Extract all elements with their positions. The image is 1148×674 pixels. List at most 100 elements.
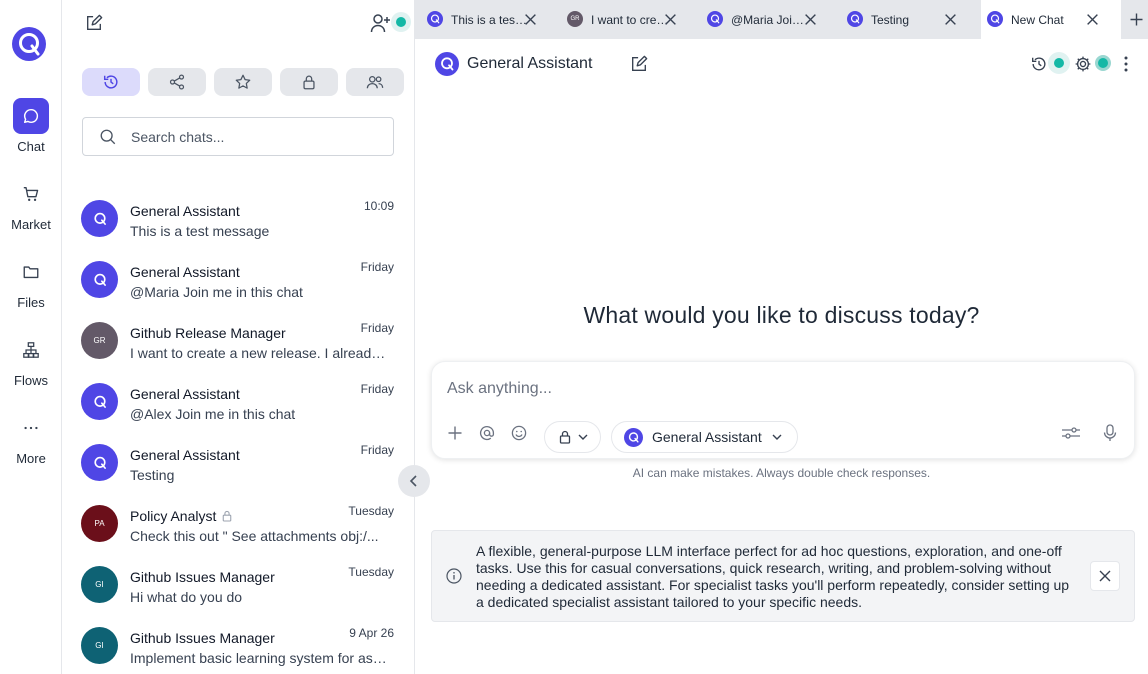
chat-name: Policy Analyst xyxy=(130,508,232,524)
filter-shared-button[interactable] xyxy=(148,68,206,96)
chat-list: General Assistant This is a test message… xyxy=(62,188,415,674)
nav-item-market[interactable]: Market xyxy=(0,176,62,232)
emoji-button[interactable] xyxy=(510,424,528,442)
mention-button[interactable] xyxy=(478,424,496,442)
search-input[interactable] xyxy=(131,128,371,145)
lock-icon xyxy=(223,510,232,522)
avatar: PA xyxy=(81,505,118,542)
more-icon xyxy=(13,410,49,446)
assistant-selector[interactable]: General Assistant xyxy=(611,421,798,453)
plus-icon xyxy=(448,426,462,440)
chat-list-item[interactable]: GI Github Issues Manager Hi what do you … xyxy=(62,554,415,615)
status-dot xyxy=(1054,58,1064,68)
filter-tabs xyxy=(82,68,404,96)
chat-timestamp: 10:09 xyxy=(363,199,394,213)
nav-item-more[interactable]: More xyxy=(0,410,62,466)
chat-name: Github Release Manager xyxy=(130,325,286,341)
tab-avatar xyxy=(707,11,723,27)
chat-list-item[interactable]: General Assistant @Alex Join me in this … xyxy=(62,371,415,432)
chat-icon xyxy=(13,98,49,134)
smiley-icon xyxy=(511,425,527,441)
close-tab-icon[interactable] xyxy=(944,13,957,26)
filter-starred-button[interactable] xyxy=(214,68,272,96)
chat-list-item[interactable]: GI Github Issues Manager Implement basic… xyxy=(62,615,415,674)
compose-icon xyxy=(632,55,648,71)
app-root: Chat Market Files Flows More Search chat… xyxy=(0,0,1148,674)
chevron-left-icon xyxy=(409,475,417,487)
nav-label: Flows xyxy=(14,373,48,388)
sliders-icon xyxy=(1062,427,1080,439)
message-composer: General Assistant xyxy=(431,361,1135,459)
filter-history-button[interactable] xyxy=(82,68,140,96)
add-user-button[interactable] xyxy=(370,12,392,34)
chat-timestamp: Friday xyxy=(360,321,394,335)
tab-avatar xyxy=(987,11,1003,27)
new-tab-icon[interactable] xyxy=(1129,12,1144,27)
voice-button[interactable] xyxy=(1101,424,1119,442)
microphone-icon xyxy=(1103,424,1117,441)
cart-icon xyxy=(13,176,49,212)
avatar: GR xyxy=(81,322,118,359)
tab[interactable]: @Maria Join me in this chat xyxy=(701,0,841,39)
filter-private-button[interactable] xyxy=(280,68,338,96)
lock-icon xyxy=(559,430,571,444)
avatar-initials: GI xyxy=(95,580,104,589)
tab-avatar-initials: GR xyxy=(570,16,580,22)
chat-preview: Testing xyxy=(130,467,175,483)
close-tab-icon[interactable] xyxy=(1086,13,1099,26)
dismiss-info-button[interactable] xyxy=(1090,561,1120,591)
tab-title: This is a test message xyxy=(451,13,529,27)
tab[interactable]: Testing xyxy=(841,0,981,39)
search-icon xyxy=(100,129,116,144)
chat-name: General Assistant xyxy=(130,264,240,280)
tab[interactable]: New Chat xyxy=(981,0,1121,39)
chat-list-item[interactable]: General Assistant Testing Friday xyxy=(62,432,415,493)
chat-preview: Implement basic learning system for assi… xyxy=(130,650,390,666)
nav-item-files[interactable]: Files xyxy=(0,254,62,310)
tab-title: Testing xyxy=(871,13,910,27)
chat-timestamp: Friday xyxy=(360,443,394,457)
close-tab-icon[interactable] xyxy=(804,13,817,26)
attach-button[interactable] xyxy=(446,424,464,442)
chat-name: General Assistant xyxy=(130,203,240,219)
chat-list-item[interactable]: PA Policy Analyst Check this out " See a… xyxy=(62,493,415,554)
info-text: A flexible, general-purpose LLM interfac… xyxy=(476,543,1070,610)
status-dot xyxy=(1098,58,1108,68)
close-tab-icon[interactable] xyxy=(664,13,677,26)
message-input[interactable] xyxy=(447,380,1107,402)
app-logo[interactable] xyxy=(12,27,46,61)
tab-avatar: GR xyxy=(567,11,583,27)
assistant-selector-label: General Assistant xyxy=(652,429,762,445)
privacy-dropdown[interactable] xyxy=(544,421,601,453)
nav-label: More xyxy=(16,451,46,466)
chat-list-item[interactable]: General Assistant @Maria Join me in this… xyxy=(62,249,415,310)
history-icon xyxy=(1032,57,1046,71)
chat-name-text: Github Issues Manager xyxy=(130,569,275,585)
filter-group-button[interactable] xyxy=(346,68,404,96)
nav-item-flows[interactable]: Flows xyxy=(0,332,62,388)
chat-preview: Hi what do you do xyxy=(130,589,243,605)
close-tab-icon[interactable] xyxy=(524,13,537,26)
collapse-sidebar-button[interactable] xyxy=(398,465,430,497)
chat-timestamp: Tuesday xyxy=(348,504,394,518)
history-button[interactable] xyxy=(1028,53,1050,75)
add-user-icon xyxy=(370,14,390,33)
at-icon xyxy=(479,426,495,441)
tab-avatar xyxy=(847,11,863,27)
close-icon xyxy=(1099,570,1111,582)
ai-disclaimer: AI can make mistakes. Always double chec… xyxy=(632,466,931,480)
avatar-initials: GR xyxy=(93,336,106,345)
chat-name-text: General Assistant xyxy=(130,447,240,463)
tab[interactable]: GR I want to create a new release xyxy=(561,0,701,39)
chat-name: General Assistant xyxy=(130,386,240,402)
tab[interactable]: This is a test message xyxy=(421,0,561,39)
edit-assistant-button[interactable] xyxy=(628,53,650,75)
chat-list-item[interactable]: General Assistant This is a test message… xyxy=(62,188,415,249)
more-options-button[interactable] xyxy=(1117,53,1135,75)
tools-button[interactable] xyxy=(1060,424,1082,442)
new-chat-button[interactable] xyxy=(84,13,104,33)
nav-item-chat[interactable]: Chat xyxy=(0,98,62,154)
settings-button[interactable] xyxy=(1072,53,1094,75)
chat-list-item[interactable]: GR Github Release Manager I want to crea… xyxy=(62,310,415,371)
group-icon xyxy=(366,75,384,89)
